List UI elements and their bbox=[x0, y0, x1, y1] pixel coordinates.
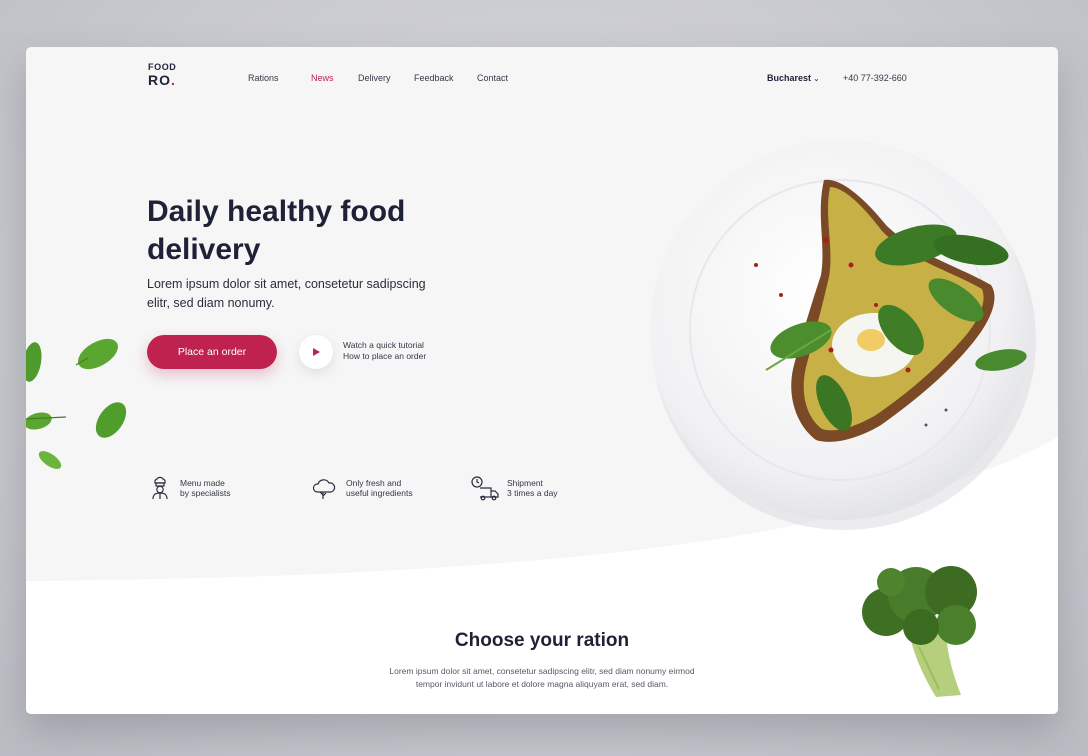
logo-dot: . bbox=[171, 72, 176, 88]
feature-specialists-line1: Menu made bbox=[180, 478, 225, 488]
cloud-icon bbox=[312, 479, 336, 499]
feature-specialists: Menu made by specialists bbox=[147, 475, 231, 501]
hero-subtitle-line2: elitr, sed diam nonumy. bbox=[147, 296, 275, 310]
feature-fresh-line2: useful ingredients bbox=[346, 488, 413, 498]
landing-card: FOOD RO. Rations News Delivery Feedback … bbox=[26, 47, 1058, 714]
phone-number[interactable]: +40 77-392-660 bbox=[843, 73, 907, 83]
nav-item-delivery[interactable]: Delivery bbox=[358, 73, 391, 83]
nav-item-rations[interactable]: Rations bbox=[248, 73, 279, 83]
hero-title-line2: delivery bbox=[147, 233, 261, 266]
play-icon bbox=[313, 348, 320, 356]
food-plate-image bbox=[650, 140, 1036, 530]
feature-shipment: Shipment 3 times a day bbox=[470, 475, 558, 501]
nav-item-news[interactable]: News bbox=[311, 73, 334, 83]
chevron-down-icon: ⌄ bbox=[813, 74, 820, 83]
ration-section-text: Lorem ipsum dolor sit amet, consetetur s… bbox=[382, 665, 702, 691]
feature-shipment-line1: Shipment bbox=[507, 478, 543, 488]
hero-subtitle: Lorem ipsum dolor sit amet, consetetur s… bbox=[147, 275, 447, 313]
place-order-button[interactable]: Place an order bbox=[147, 335, 277, 369]
logo-line2: RO bbox=[148, 72, 171, 88]
tutorial-line1: Watch a quick tutorial bbox=[343, 340, 424, 350]
tutorial-line2: How to place an order bbox=[343, 351, 427, 361]
tutorial-link[interactable]: Watch a quick tutorial How to place an o… bbox=[343, 340, 426, 362]
nav-item-contact[interactable]: Contact bbox=[477, 73, 508, 83]
logo-line1: FOOD bbox=[148, 62, 177, 72]
feature-shipment-line2: 3 times a day bbox=[507, 488, 558, 498]
feature-fresh-line1: Only fresh and bbox=[346, 478, 402, 488]
hero-subtitle-line1: Lorem ipsum dolor sit amet, consetetur s… bbox=[147, 277, 426, 291]
hero-title-line1: Daily healthy food bbox=[147, 195, 406, 228]
hero-title: Daily healthy food delivery bbox=[147, 193, 467, 269]
nav-item-feedback[interactable]: Feedback bbox=[414, 73, 454, 83]
chef-icon bbox=[152, 476, 168, 500]
feature-fresh: Only fresh and useful ingredients bbox=[309, 475, 413, 501]
city-selector[interactable]: Bucharest ⌄ bbox=[767, 73, 820, 83]
logo[interactable]: FOOD RO. bbox=[148, 62, 177, 88]
delivery-truck-icon bbox=[471, 476, 499, 501]
ration-text-line1: Lorem ipsum dolor sit amet, consetetur s… bbox=[389, 666, 695, 676]
ration-text-line2: tempor invidunt ut labore et dolore magn… bbox=[415, 679, 669, 689]
feature-specialists-line2: by specialists bbox=[180, 488, 231, 498]
city-label: Bucharest bbox=[767, 73, 812, 83]
play-tutorial-button[interactable] bbox=[299, 335, 333, 369]
ration-section-title: Choose your ration bbox=[454, 630, 630, 651]
basil-leaves-image bbox=[26, 338, 127, 469]
